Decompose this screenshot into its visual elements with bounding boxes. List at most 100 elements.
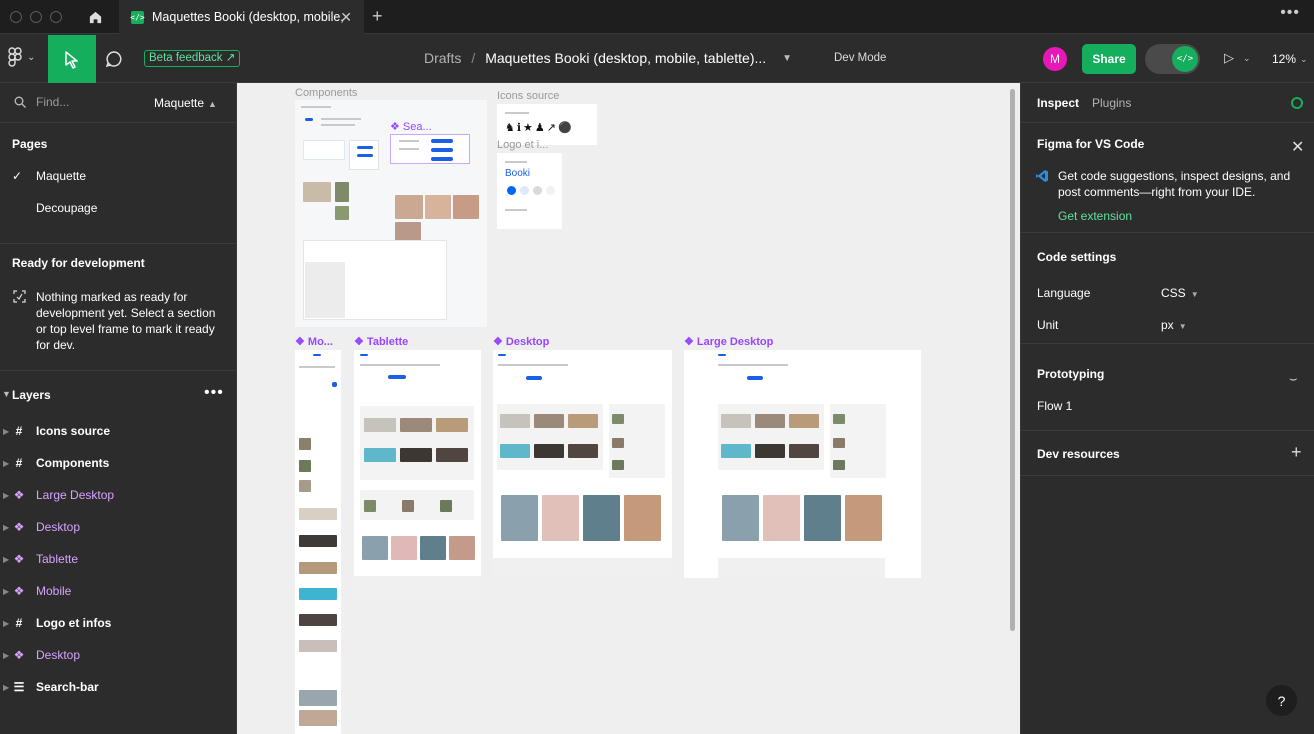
eye-hidden-icon[interactable]: ⌣ xyxy=(1289,371,1298,387)
zoom-chevron-icon[interactable]: ⌄ xyxy=(1300,54,1308,65)
more-menu-icon[interactable]: ••• xyxy=(1280,4,1300,22)
components-frame-label[interactable]: Components xyxy=(295,87,357,99)
logo-frame-label[interactable]: Logo et i... xyxy=(497,139,548,151)
icons-frame-label[interactable]: Icons source xyxy=(497,90,559,102)
layer-desktop-2[interactable]: ▶ ❖ Desktop xyxy=(0,639,236,671)
mini-button xyxy=(431,157,453,161)
file-tab[interactable]: </> Maquettes Booki (desktop, mobile, ✕ xyxy=(119,0,364,34)
home-tab[interactable] xyxy=(79,0,112,34)
beta-feedback-button[interactable]: Beta feedback ↗ xyxy=(144,50,241,67)
expand-icon[interactable]: ▶ xyxy=(3,683,9,692)
mini-image xyxy=(568,414,598,428)
expand-icon[interactable]: ▶ xyxy=(3,651,9,660)
present-button[interactable]: ▷ xyxy=(1224,50,1234,66)
present-chevron-icon[interactable]: ⌄ xyxy=(1243,53,1251,64)
get-extension-link[interactable]: Get extension xyxy=(1058,209,1132,223)
mini-image xyxy=(755,414,785,428)
zoom-level[interactable]: 12% xyxy=(1272,52,1296,66)
desktop-frame-label[interactable]: ❖ Desktop xyxy=(493,335,549,348)
expand-icon[interactable]: ▶ xyxy=(3,523,9,532)
expand-icon[interactable]: ▶ xyxy=(3,619,9,628)
layers-more-icon[interactable]: ••• xyxy=(204,384,224,402)
large-desktop-frame-label[interactable]: ❖ Large Desktop xyxy=(684,335,773,348)
file-menu-chevron-icon[interactable]: ▼ xyxy=(782,53,792,64)
mini-image xyxy=(299,690,337,706)
mini-image xyxy=(299,460,311,472)
unit-select[interactable]: px ▼ xyxy=(1161,318,1187,332)
layer-search-bar[interactable]: ▶ ☰ Search-bar xyxy=(0,671,236,703)
breadcrumb-drafts[interactable]: Drafts xyxy=(424,50,461,66)
expand-icon[interactable]: ▶ xyxy=(3,491,9,500)
page-select[interactable]: Maquette ▲ xyxy=(154,96,217,110)
search-component-label[interactable]: ❖ Sea... xyxy=(390,120,432,133)
flow-item[interactable]: Flow 1 xyxy=(1037,399,1072,413)
share-button[interactable]: Share xyxy=(1082,44,1136,74)
mini-footer xyxy=(493,558,672,578)
expand-icon[interactable]: ▶ xyxy=(3,587,9,596)
canvas-scrollbar[interactable] xyxy=(1010,89,1015,631)
expand-icon[interactable]: ▶ xyxy=(3,427,9,436)
layer-icons-source[interactable]: ▶ # Icons source xyxy=(0,415,236,447)
dev-mode-toggle[interactable]: </> xyxy=(1145,44,1200,74)
mini-button xyxy=(332,382,337,387)
help-button[interactable]: ? xyxy=(1266,685,1297,716)
search-bar-component[interactable] xyxy=(390,134,470,164)
mini-image xyxy=(362,536,388,560)
mini-image xyxy=(402,500,414,512)
expand-icon[interactable]: ▶ xyxy=(3,459,9,468)
unit-label: Unit xyxy=(1037,318,1059,332)
avatar[interactable]: M xyxy=(1043,47,1067,71)
vscode-section: Figma for VS Code ✕ Get code suggestions… xyxy=(1021,123,1314,233)
search-input[interactable] xyxy=(36,95,136,109)
page-item-decoupage[interactable]: Decoupage xyxy=(0,193,236,223)
large-desktop-frame[interactable] xyxy=(684,350,921,578)
layer-components[interactable]: ▶ # Components xyxy=(0,447,236,479)
tab-plugins[interactable]: Plugins xyxy=(1092,96,1131,110)
close-tab-icon[interactable]: ✕ xyxy=(340,9,352,26)
layer-name: Desktop xyxy=(36,520,81,534)
layer-large-desktop[interactable]: ▶ ❖ Large Desktop xyxy=(0,479,236,511)
move-tool-button[interactable] xyxy=(48,35,96,83)
mini-image xyxy=(299,588,337,600)
window-close-control[interactable] xyxy=(10,11,22,23)
layer-mobile[interactable]: ▶ ❖ Mobile xyxy=(0,575,236,607)
mobile-frame[interactable] xyxy=(295,350,341,734)
mini-image xyxy=(755,444,785,458)
mini-image xyxy=(299,562,337,574)
tablette-frame[interactable] xyxy=(354,350,481,598)
window-minimize-control[interactable] xyxy=(30,11,42,23)
status-indicator-icon[interactable] xyxy=(1291,97,1303,109)
layer-tablette[interactable]: ▶ ❖ Tablette xyxy=(0,543,236,575)
mini-image xyxy=(299,535,337,547)
mini-logo xyxy=(718,354,726,356)
chevron-down-icon[interactable]: ▼ xyxy=(2,389,11,399)
desktop-frame[interactable] xyxy=(493,350,672,578)
page-item-maquette[interactable]: ✓ Maquette xyxy=(0,161,236,191)
mini-text xyxy=(399,148,419,150)
language-select[interactable]: CSS ▼ xyxy=(1161,286,1199,300)
mini-image xyxy=(436,448,468,462)
logo-infos-frame[interactable]: Booki xyxy=(497,153,562,229)
comment-tool-button[interactable] xyxy=(104,49,124,74)
expand-icon[interactable]: ▶ xyxy=(3,555,9,564)
mini-text xyxy=(718,364,788,366)
component-icon: ❖ xyxy=(13,488,25,502)
mini-logo xyxy=(305,118,313,121)
add-icon[interactable]: + xyxy=(1291,442,1302,463)
file-name[interactable]: Maquettes Booki (desktop, mobile, tablet… xyxy=(485,50,766,66)
mini-image xyxy=(534,414,564,428)
mini-image xyxy=(364,448,396,462)
tablette-frame-label[interactable]: ❖ Tablette xyxy=(354,335,408,348)
layer-desktop[interactable]: ▶ ❖ Desktop xyxy=(0,511,236,543)
layer-logo-et-infos[interactable]: ▶ # Logo et infos xyxy=(0,607,236,639)
layers-header: ▼ Layers ••• xyxy=(0,381,236,411)
canvas[interactable]: Components ❖ Sea... Icons source ♞ℹ★♟↗⚫ … xyxy=(237,83,1020,734)
chevron-down-icon: ⌄ xyxy=(27,51,36,63)
code-settings-title: Code settings xyxy=(1037,250,1117,264)
new-tab-button[interactable]: + xyxy=(372,6,383,27)
mobile-frame-label[interactable]: ❖ Mo... xyxy=(295,335,333,348)
main-menu-button[interactable]: ⌄ xyxy=(8,47,35,67)
window-zoom-control[interactable] xyxy=(50,11,62,23)
tab-inspect[interactable]: Inspect xyxy=(1037,96,1079,110)
close-icon[interactable]: ✕ xyxy=(1291,137,1304,157)
